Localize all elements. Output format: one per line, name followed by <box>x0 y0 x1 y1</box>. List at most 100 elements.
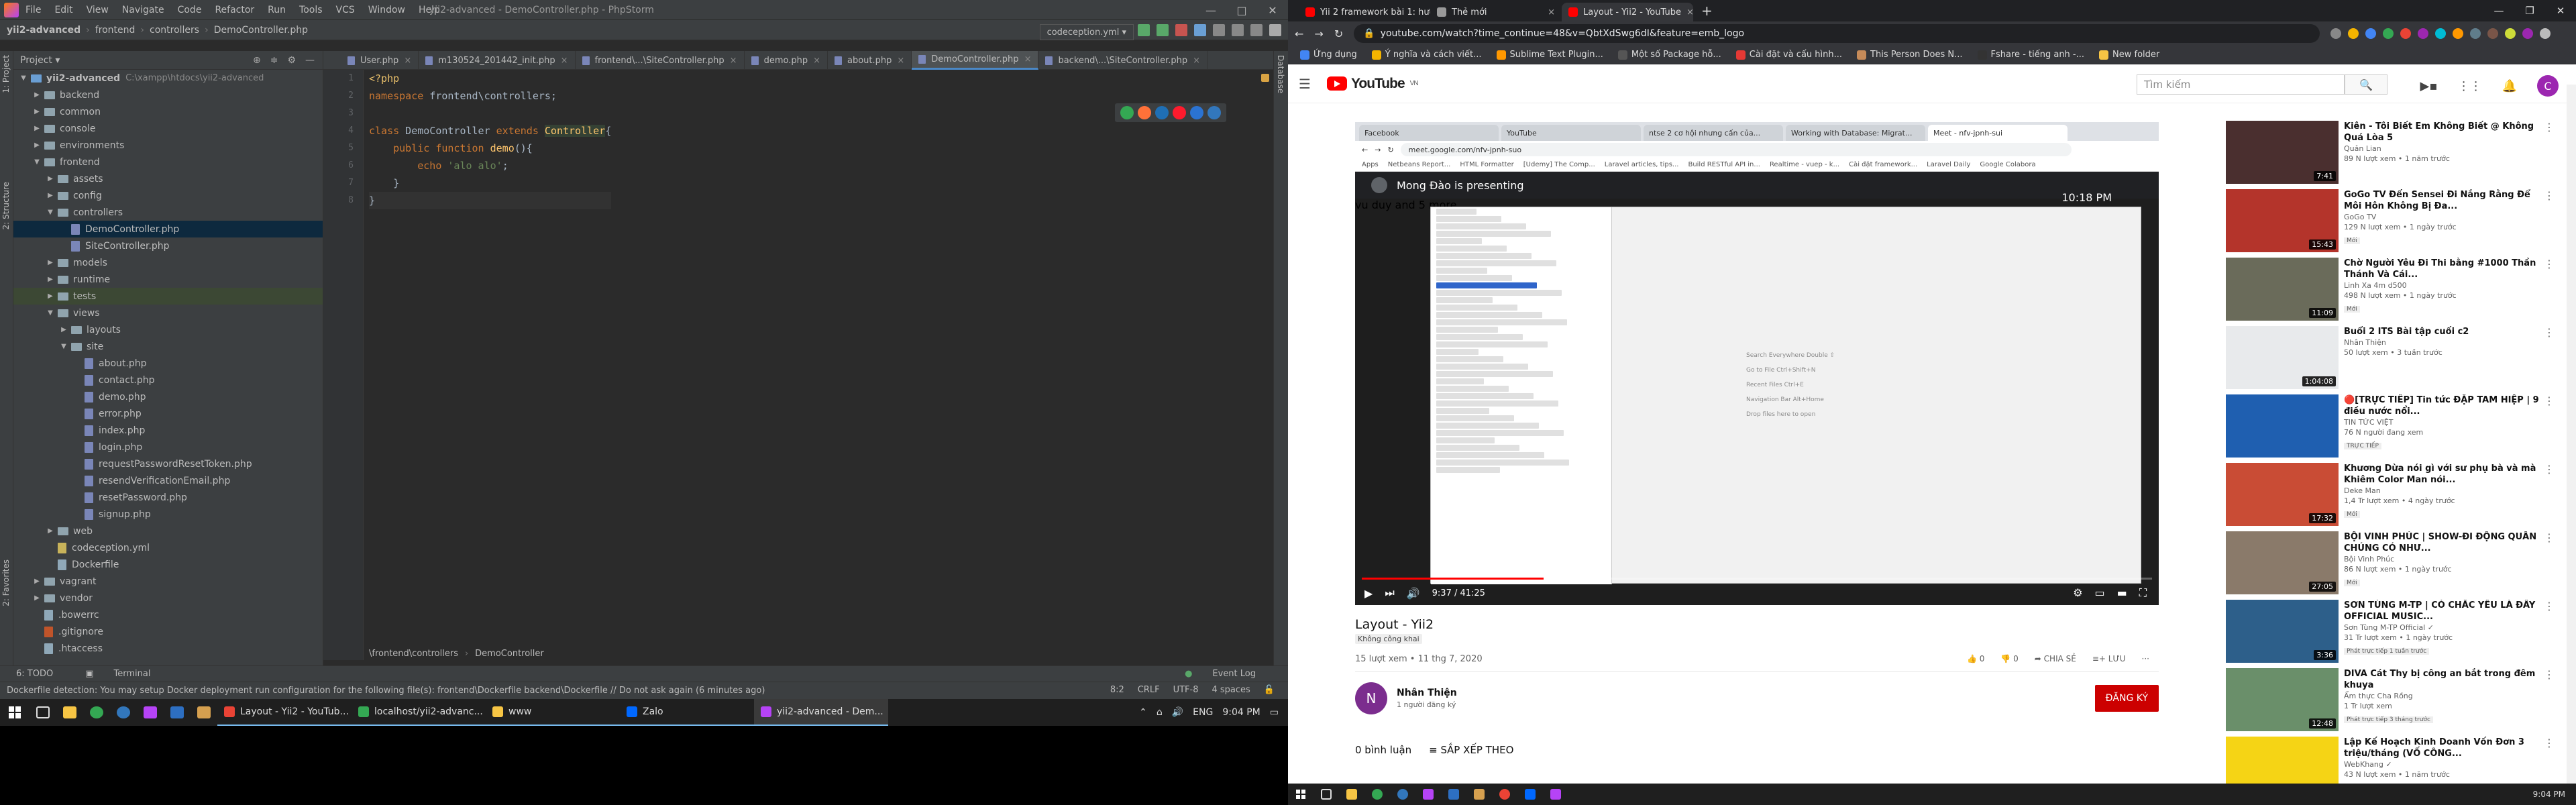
video-progress-bar[interactable] <box>1362 578 2152 580</box>
menu-item-vcs[interactable]: VCS <box>336 5 355 15</box>
run-configuration-select[interactable]: codeception.yml ▾ <box>1039 24 1134 40</box>
gear-icon[interactable]: ⚙ <box>287 55 296 66</box>
channel-avatar[interactable]: N <box>1355 682 1387 714</box>
close-tab-icon[interactable]: × <box>730 56 737 66</box>
like-button[interactable]: 👍 0 <box>1967 654 1984 664</box>
tree-item[interactable]: requestPasswordResetToken.php <box>13 455 323 472</box>
chrome-taskbar-icon[interactable] <box>1364 784 1390 805</box>
video-thumbnail[interactable] <box>2226 394 2339 458</box>
taskbar-app[interactable]: localhost/yii2-advanc... <box>352 699 486 726</box>
menu-item-view[interactable]: View <box>87 5 109 15</box>
tree-arrow-icon[interactable]: ▶ <box>32 594 42 602</box>
tree-item[interactable]: ▼ site <box>13 338 323 355</box>
recommendation-title[interactable]: Buổi 2 ITS Bài tập cuối c2 <box>2344 326 2540 337</box>
tree-item[interactable]: ▶ vagrant <box>13 573 323 590</box>
notifications-bell-icon[interactable]: 🔔 <box>2502 79 2517 93</box>
tree-item[interactable]: codeception.yml <box>13 539 323 556</box>
safari-icon[interactable] <box>1155 106 1169 119</box>
miniplayer-icon[interactable]: ▭ <box>2095 586 2105 600</box>
menu-item-code[interactable]: Code <box>178 5 202 15</box>
close-icon[interactable]: ✕ <box>1257 0 1288 20</box>
recommendation-channel[interactable]: Linh Xa 4m d500 <box>2344 280 2540 290</box>
terminal-tool-tab[interactable]: ▣ Terminal <box>85 669 166 679</box>
project-tool-tab[interactable]: 1: Project <box>0 51 12 97</box>
extension-icon[interactable] <box>2400 28 2412 39</box>
ie-icon[interactable] <box>1190 106 1203 119</box>
bookmark-item[interactable]: This Person Does N... <box>1857 50 1963 60</box>
tree-item[interactable]: about.php <box>13 355 323 372</box>
recommendation-channel[interactable]: Quản Lian <box>2344 144 2540 154</box>
editor-tab[interactable]: User.php × <box>341 51 419 70</box>
recommendation-title[interactable]: BỘI VINH PHÚC | SHOW-ĐI ĐỘNG QUẦN CHÚNG … <box>2344 531 2540 554</box>
tree-arrow-icon[interactable]: ▶ <box>46 175 55 182</box>
hide-icon[interactable]: — <box>305 55 315 66</box>
hamburger-menu-icon[interactable]: ☰ <box>1299 76 1311 92</box>
minimize-icon[interactable]: — <box>2483 0 2514 21</box>
file-explorer-icon[interactable] <box>56 699 83 726</box>
video-thumbnail[interactable]: 17:32 <box>2226 463 2339 526</box>
taskbar-app[interactable]: www <box>486 699 620 726</box>
address-bar[interactable]: 🔒 youtube.com/watch?time_continue=48&v=Qb… <box>1354 24 2320 43</box>
editor-breadcrumb-namespace[interactable]: \frontend\controllers <box>369 649 458 659</box>
explorer-pin-icon[interactable] <box>1466 784 1492 805</box>
maximize-icon[interactable]: □ <box>1226 0 1257 20</box>
tree-item[interactable]: ▼ yii2-advanced C:\xampp\htdocs\yii2-advan… <box>13 70 323 87</box>
video-thumbnail[interactable]: 27:05 <box>2226 531 2339 594</box>
editor-tab[interactable]: frontend\...\SiteController.php × <box>576 51 745 70</box>
menu-item-navigate[interactable]: Navigate <box>122 5 164 15</box>
back-icon[interactable]: ← <box>1295 28 1303 40</box>
menu-item-file[interactable]: File <box>25 5 41 15</box>
close-tab-icon[interactable]: × <box>813 56 820 66</box>
phpstorm-active-icon[interactable] <box>1543 784 1568 805</box>
close-icon[interactable]: ✕ <box>2545 0 2576 21</box>
editor-tab[interactable]: demo.php × <box>745 51 828 70</box>
tree-arrow-icon[interactable]: ▶ <box>32 142 42 149</box>
editor-tab[interactable]: about.php × <box>828 51 912 70</box>
close-tab-icon[interactable]: × <box>561 56 568 66</box>
extension-icon[interactable] <box>2453 28 2464 39</box>
bookmark-item[interactable]: Sublime Text Plugin... <box>1496 50 1603 60</box>
tree-item[interactable]: ▶ vendor <box>13 590 323 606</box>
tree-item[interactable]: .bowerrc <box>13 606 323 623</box>
tree-item[interactable]: ▶ environments <box>13 137 323 154</box>
apps-grid-icon[interactable]: ⋮⋮ <box>2458 79 2482 93</box>
tree-item[interactable]: .gitignore <box>13 623 323 640</box>
todo-tool-tab[interactable]: 6: TODO <box>16 669 69 679</box>
tree-arrow-icon[interactable]: ▶ <box>46 527 55 535</box>
tree-arrow-icon[interactable]: ▼ <box>19 74 28 82</box>
profile-avatar-icon[interactable] <box>2522 28 2534 39</box>
browser-tab[interactable]: Layout - Yii2 - YouTube × <box>1562 3 1693 21</box>
recommendation-item[interactable]: 3:36 SƠN TÙNG M-TP | CÓ CHẮC YÊU LÀ ĐÂY O… <box>2226 600 2561 668</box>
structure-tool-tab[interactable]: 2: Structure <box>0 178 12 233</box>
recommendation-channel[interactable]: GoGo TV <box>2344 212 2540 222</box>
breadcrumb-frontend[interactable]: frontend <box>95 25 136 36</box>
menu-item-refactor[interactable]: Refactor <box>215 5 254 15</box>
video-thumbnail[interactable]: 3:36 <box>2226 600 2339 663</box>
recommendation-title[interactable]: Khương Dừa nói gì với sư phụ bà và mà Kh… <box>2344 463 2540 486</box>
windows-start-icon[interactable] <box>0 699 30 726</box>
taskbar-app[interactable]: Zalo <box>620 699 754 726</box>
tree-arrow-icon[interactable]: ▼ <box>46 209 55 216</box>
tree-arrow-icon[interactable]: ▶ <box>59 326 68 333</box>
tree-item[interactable]: ▶ models <box>13 254 323 271</box>
language-indicator[interactable]: ENG <box>1193 707 1213 718</box>
phpstorm-taskbar-icon[interactable] <box>1441 784 1466 805</box>
caret-position[interactable]: 8:2 <box>1110 685 1124 695</box>
tree-item[interactable]: resetPassword.php <box>13 489 323 506</box>
bookmark-item[interactable]: Ứng dụng <box>1300 50 1357 60</box>
editor-breadcrumb-class[interactable]: DemoController <box>475 649 544 659</box>
recommendation-item[interactable]: 7:41 Kiên - Tôi Biết Em Không Biết @ Khôn… <box>2226 121 2561 189</box>
close-tab-icon[interactable]: × <box>897 56 904 66</box>
tree-item[interactable]: ▶ config <box>13 187 323 204</box>
menu-item-edit[interactable]: Edit <box>54 5 72 15</box>
collapse-icon[interactable]: ≑ <box>270 55 278 66</box>
more-actions-icon[interactable]: ··· <box>2142 654 2149 664</box>
extension-icon[interactable] <box>2487 28 2499 39</box>
bookmark-item[interactable]: Cài đặt và cấu hình... <box>1735 50 1842 60</box>
more-options-icon[interactable]: ⋮ <box>2544 189 2555 258</box>
settings-gear-icon[interactable]: ⚙ <box>2073 586 2082 600</box>
recommendation-channel[interactable]: Bội Vinh Phúc <box>2344 554 2540 564</box>
recommendation-channel[interactable]: WebKhang ✓ <box>2344 759 2540 769</box>
code-area[interactable]: <?php namespace frontend\controllers; cl… <box>369 70 612 209</box>
youtube-logo[interactable]: YouTube VN <box>1326 76 1419 92</box>
